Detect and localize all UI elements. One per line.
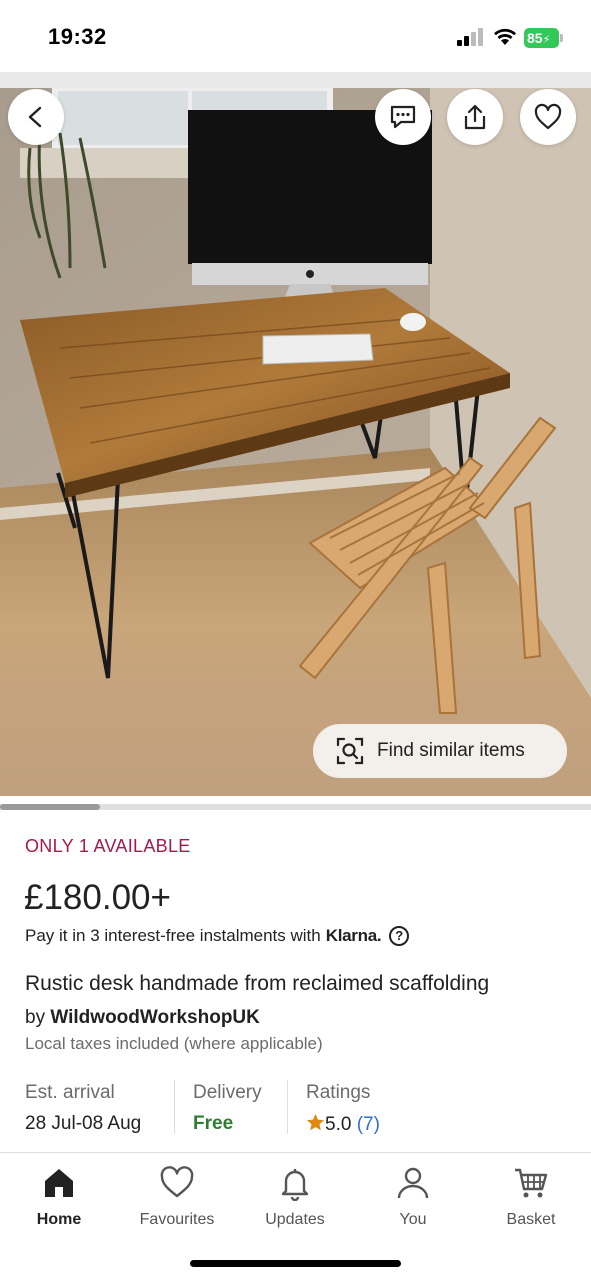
seller-link[interactable]: WildwoodWorkshopUK [50, 1007, 260, 1028]
wifi-icon [494, 28, 516, 45]
ratings-info[interactable]: Ratings 5.0 (7) [306, 1082, 380, 1136]
tab-label: Updates [265, 1211, 325, 1228]
status-bar: 19:32 85⚡ [0, 0, 591, 72]
message-seller-button[interactable] [375, 89, 431, 145]
rating-score: 5.0 [325, 1114, 352, 1135]
tab-label: Home [36, 1211, 82, 1228]
share-button[interactable] [447, 89, 503, 145]
tab-home[interactable]: Home [0, 1165, 118, 1229]
delivery-info: Delivery Free [193, 1082, 262, 1135]
delivery-label: Delivery [193, 1082, 262, 1103]
header-divider [0, 72, 591, 88]
ratings-value[interactable]: 5.0 (7) [306, 1113, 380, 1136]
battery-level: 85 [527, 30, 543, 46]
message-icon [390, 105, 416, 129]
product-image-gallery[interactable] [0, 88, 591, 796]
favourite-button[interactable] [520, 89, 576, 145]
product-title: Rustic desk handmade from reclaimed scaf… [25, 972, 490, 995]
product-price: £180.00+ [24, 878, 171, 917]
find-similar-label: Find similar items [377, 740, 525, 761]
product-image [0, 88, 591, 796]
est-arrival: Est. arrival 28 Jul-08 Aug [25, 1082, 141, 1135]
help-icon[interactable]: ? [389, 926, 410, 946]
info-divider [287, 1080, 288, 1134]
heart-icon [160, 1166, 194, 1198]
bell-icon [281, 1169, 309, 1201]
tab-favourites[interactable]: Favourites [118, 1165, 236, 1229]
arrival-label: Est. arrival [25, 1082, 115, 1103]
basket-icon [515, 1168, 548, 1198]
klarna-logo: Klarna. [325, 926, 382, 945]
find-similar-button[interactable]: Find similar items [313, 724, 567, 778]
battery-icon: 85⚡ [524, 28, 564, 48]
share-icon [464, 104, 486, 130]
home-icon [45, 1169, 73, 1197]
gallery-progress-fill [0, 804, 101, 810]
tab-label: You [399, 1211, 427, 1228]
person-icon [397, 1167, 429, 1199]
visual-search-icon [336, 737, 364, 765]
heart-icon [534, 103, 562, 130]
tab-label: Basket [506, 1211, 556, 1228]
delivery-value: Free [193, 1113, 234, 1134]
stock-status: ONLY 1 AVAILABLE [25, 836, 191, 856]
rating-count[interactable]: (7) [357, 1114, 380, 1135]
signal-icon [457, 28, 485, 46]
tab-basket[interactable]: Basket [472, 1165, 590, 1229]
seller-prefix: by [25, 1007, 46, 1028]
star-icon [306, 1113, 325, 1131]
info-divider [174, 1080, 175, 1134]
klarna-text: Pay it in 3 interest-free instalments wi… [25, 926, 321, 945]
taxes-note: Local taxes included (where applicable) [25, 1034, 323, 1053]
chevron-left-icon [28, 106, 42, 128]
status-time: 19:32 [48, 24, 107, 49]
ratings-label: Ratings [306, 1082, 371, 1103]
tab-updates[interactable]: Updates [236, 1165, 354, 1229]
klarna-info: Pay it in 3 interest-free instalments wi… [25, 926, 410, 946]
seller-info: by WildwoodWorkshopUK [25, 1007, 260, 1029]
tab-label: Favourites [139, 1211, 215, 1228]
home-indicator [190, 1260, 401, 1267]
tab-you[interactable]: You [354, 1165, 472, 1229]
gallery-progress-track [0, 804, 591, 810]
back-button[interactable] [8, 89, 64, 145]
arrival-value: 28 Jul-08 Aug [25, 1113, 142, 1134]
